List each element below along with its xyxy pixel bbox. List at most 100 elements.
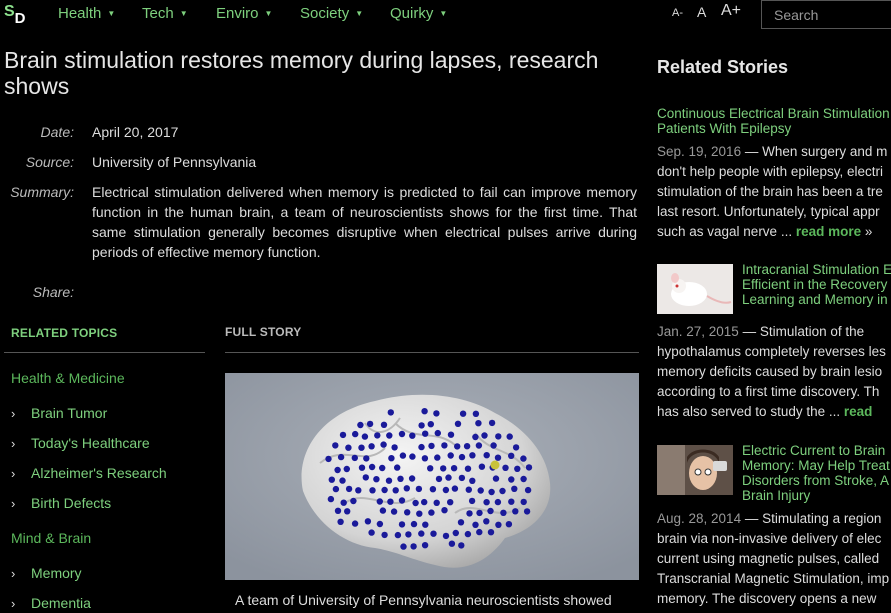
electrode-dot (332, 485, 340, 493)
electrode-dot (434, 429, 441, 437)
chevron-right-icon: › (11, 596, 16, 611)
nav-enviro[interactable]: Enviro ▼ (216, 5, 272, 22)
font-size-normal-button[interactable]: A (697, 4, 706, 20)
electrode-dot (374, 432, 381, 439)
electrode-dot (512, 508, 519, 515)
electrode-dot (502, 464, 509, 471)
electrode-dot (363, 455, 370, 462)
full-story-heading: FULL STORY (225, 325, 302, 339)
article-headline: Brain stimulation restores memory during… (4, 47, 599, 99)
electrode-dot (385, 477, 393, 484)
related-story-link[interactable]: Continuous Electrical Brain Stimulation … (657, 106, 890, 136)
brain-electrode-image[interactable] (225, 373, 639, 580)
chevron-down-icon: ▼ (355, 9, 364, 18)
electrode-dot (469, 477, 476, 484)
electrode-dot (447, 431, 455, 438)
electrode-dot (392, 487, 399, 494)
electrode-dot (391, 444, 398, 451)
electrode-dot (427, 421, 434, 428)
electrode-dot (368, 463, 376, 471)
nav-society[interactable]: Society ▼ (300, 5, 363, 22)
nav-tech[interactable]: Tech ▼ (142, 5, 188, 22)
electrode-dot (351, 454, 358, 462)
electrode-dot (387, 409, 394, 416)
site-logo[interactable]: SD (4, 3, 26, 27)
image-caption: A team of University of Pennsylvania neu… (235, 592, 612, 608)
topic-category-health[interactable]: Health & Medicine (11, 370, 125, 386)
electrode-dot (448, 540, 456, 547)
article-summary: Electrical stimulation delivered when me… (92, 184, 637, 260)
electrode-dot (469, 452, 476, 459)
electrode-dot (379, 507, 387, 514)
logo-letter-d: D (14, 10, 26, 27)
electrode-dot (379, 464, 386, 472)
topic-link-brain-tumor[interactable]: › Brain Tumor (11, 405, 107, 421)
electrode-dot (405, 531, 412, 538)
electrode-dot (422, 521, 429, 528)
electrode-dot (387, 498, 394, 505)
electrode-dot (495, 433, 502, 440)
font-size-decrease-button[interactable]: A- (672, 7, 683, 19)
electrode-dot (325, 455, 332, 463)
topic-link-memory[interactable]: › Memory (11, 565, 82, 581)
font-size-increase-button[interactable]: A+ (721, 2, 741, 20)
rat-thumbnail[interactable] (657, 264, 733, 314)
electrode-dot (429, 486, 437, 493)
electrode-dot (483, 518, 490, 525)
electrode-dot (416, 510, 423, 517)
electrode-dot (430, 530, 437, 537)
electrode-dot (520, 475, 527, 483)
electrode-dot (487, 507, 494, 515)
electrode-dot (386, 432, 393, 439)
electrode-dot (344, 508, 351, 515)
chevron-right-icon: › (11, 566, 16, 581)
search-input[interactable] (761, 0, 891, 29)
electrode-dot (332, 442, 339, 449)
related-story-link[interactable]: Electric Current to Brain Memory: May He… (742, 443, 890, 503)
chevron-right-icon: › (11, 436, 16, 451)
topic-link-dementia[interactable]: › Dementia (11, 595, 91, 611)
electrode-dot (525, 464, 533, 471)
topic-link-alzheimers-research[interactable]: › Alzheimer's Research (11, 465, 167, 481)
logo-letter-s: S (4, 3, 15, 20)
electrode-dot (327, 495, 335, 503)
electrode-dot (468, 497, 476, 505)
chevron-down-icon: ▼ (179, 9, 188, 18)
electrode-dot (472, 433, 479, 441)
topic-category-mind-brain[interactable]: Mind & Brain (11, 530, 91, 546)
nav-quirky[interactable]: Quirky ▼ (390, 5, 447, 22)
nav-health[interactable]: Health ▼ (58, 5, 115, 22)
electrode-dot (352, 430, 359, 438)
electrode-dot (457, 519, 465, 526)
read-more-link[interactable]: read (844, 404, 873, 419)
electrode-dot (454, 420, 462, 427)
topic-link-todays-healthcare[interactable]: › Today's Healthcare (11, 435, 150, 451)
electrode-dot (451, 485, 459, 492)
electrode-dot (339, 477, 346, 484)
electrode-dot (422, 430, 429, 437)
chevron-down-icon: ▼ (264, 9, 273, 18)
electrode-dot (409, 453, 416, 460)
electrode-dot (398, 497, 406, 504)
electrode-dot (351, 520, 359, 527)
person-image (657, 445, 733, 495)
electrode-dot (368, 529, 375, 536)
electrode-dot (408, 475, 416, 482)
read-more-link[interactable]: read more (796, 224, 861, 239)
electrode-dot (508, 498, 515, 505)
electrode-dot (421, 542, 429, 549)
person-thumbnail[interactable] (657, 445, 733, 495)
related-story-link[interactable]: Intracranial Stimulation E Efficient in … (742, 262, 891, 307)
electrode-dot (433, 499, 440, 506)
electrode-dot (475, 442, 483, 449)
electrode-dot (483, 499, 490, 506)
electrode-dot (478, 463, 486, 470)
electrode-dot (520, 455, 527, 462)
electrode-dot (409, 432, 416, 439)
divider (225, 352, 639, 353)
electrode-dot (465, 486, 472, 493)
electrode-dot (488, 419, 496, 427)
electrode-dot (463, 443, 471, 450)
topic-link-birth-defects[interactable]: › Birth Defects (11, 495, 111, 511)
electrode-dot (339, 431, 347, 439)
